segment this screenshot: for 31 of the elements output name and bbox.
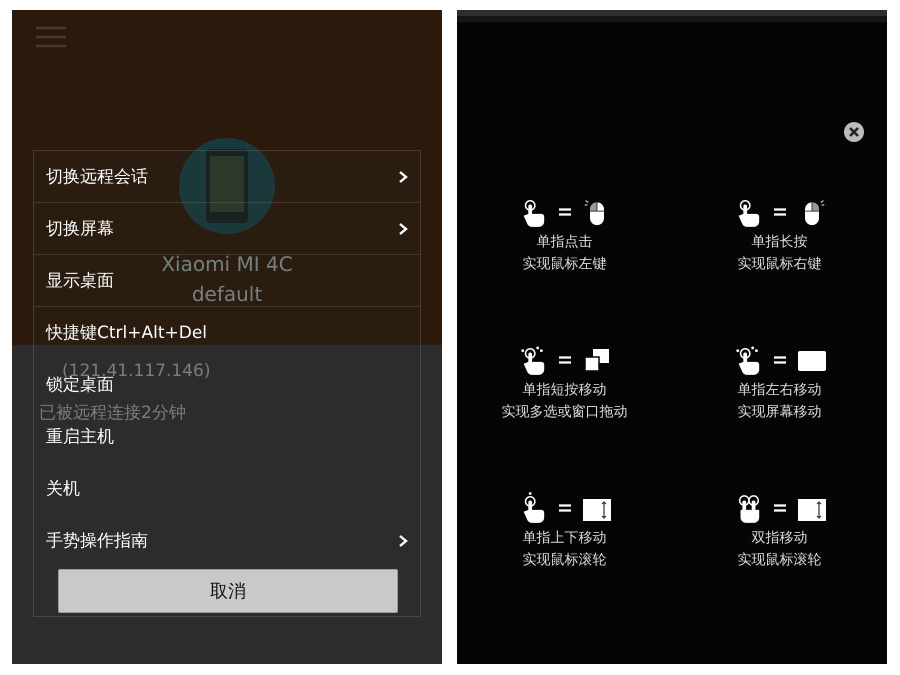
gesture-caption: 单指长按 xyxy=(752,233,808,251)
menu-item[interactable]: 切换远程会话 xyxy=(46,166,148,186)
menu-item[interactable]: 切换屏幕 xyxy=(46,218,114,238)
gesture-caption: 双指移动 xyxy=(752,529,808,547)
gesture-caption: 单指上下移动 xyxy=(522,529,606,547)
menu-item[interactable]: 手势操作指南 xyxy=(46,530,148,550)
device-name: Xiaomi MI 4C xyxy=(161,252,293,276)
phone-icon xyxy=(205,148,249,224)
gesture-caption: 实现鼠标滚轮 xyxy=(738,551,822,569)
menu-item[interactable]: 显示桌面 xyxy=(46,270,114,290)
close-icon[interactable] xyxy=(843,121,865,143)
gesture-caption: 单指左右移动 xyxy=(738,381,822,399)
menu-item[interactable]: 重启主机 xyxy=(46,426,114,446)
equals-icon xyxy=(558,504,570,512)
equals-icon xyxy=(774,208,786,216)
gesture-caption: 单指点击 xyxy=(536,233,592,251)
gesture-caption: 实现多选或窗口拖动 xyxy=(502,403,628,421)
gesture-caption: 单指短按移动 xyxy=(522,381,606,399)
gesture-caption: 实现鼠标左键 xyxy=(522,255,606,273)
gesture-caption: 实现鼠标右键 xyxy=(738,255,822,273)
equals-icon xyxy=(558,356,570,364)
menu-item[interactable]: 快捷键Ctrl+Alt+Del xyxy=(46,322,208,342)
gesture-caption: 实现屏幕移动 xyxy=(738,403,822,421)
equals-icon xyxy=(774,504,786,512)
cancel-button[interactable]: 取消 xyxy=(58,569,398,613)
menu-item[interactable]: 关机 xyxy=(46,478,80,498)
gesture-caption: 实现鼠标滚轮 xyxy=(522,551,606,569)
connection-status: 已被远程连接2分钟 xyxy=(39,402,187,424)
equals-icon xyxy=(558,208,570,216)
equals-icon xyxy=(774,356,786,364)
device-group: default xyxy=(192,282,262,306)
